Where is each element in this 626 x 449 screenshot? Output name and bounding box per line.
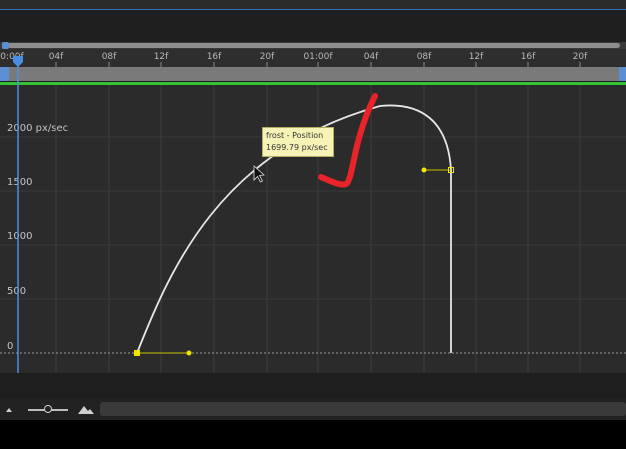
- graph-editor-panel: 0:00f 04f 08f 12f 16f 20f 01:00f 04f 08f…: [0, 0, 626, 420]
- small-mountain-icon[interactable]: [6, 408, 12, 412]
- horizontal-scrollbar[interactable]: [100, 402, 626, 416]
- zoom-slider-knob[interactable]: [44, 405, 52, 413]
- footer-icons: [6, 406, 94, 414]
- large-mountain-icon[interactable]: [78, 406, 94, 414]
